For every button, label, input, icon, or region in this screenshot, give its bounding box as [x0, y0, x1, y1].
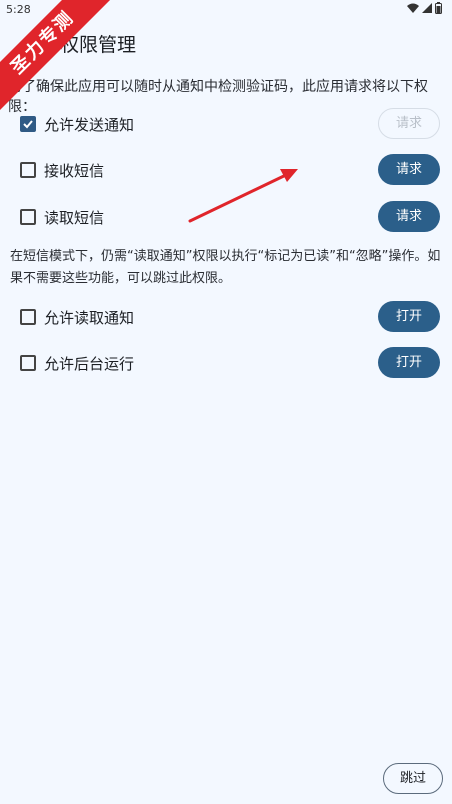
- permission-label: 允许后台运行: [44, 355, 135, 373]
- open-background-run-button[interactable]: 打开: [378, 347, 440, 378]
- permission-label: 接收短信: [44, 162, 105, 180]
- status-time: 5:28: [6, 3, 31, 16]
- request-send-notification-button[interactable]: 请求: [378, 108, 440, 139]
- signal-icon: [422, 3, 432, 13]
- permission-label: 允许读取通知: [44, 309, 135, 327]
- permission-row-send-notification: 允许发送通知 请求: [0, 104, 452, 144]
- check-icon: [23, 120, 33, 129]
- permission-row-receive-sms: 接收短信 请求: [0, 150, 452, 190]
- request-read-sms-button[interactable]: 请求: [378, 201, 440, 232]
- send-notification-checkbox[interactable]: [20, 116, 36, 132]
- request-receive-sms-button[interactable]: 请求: [378, 154, 440, 185]
- permission-row-read-sms: 读取短信 请求: [0, 197, 452, 237]
- wifi-icon: [407, 3, 419, 13]
- permission-row-background-run: 允许后台运行 打开: [0, 343, 452, 383]
- skip-button[interactable]: 跳过: [383, 763, 443, 794]
- background-run-checkbox[interactable]: [20, 355, 36, 371]
- permission-label: 读取短信: [44, 209, 105, 227]
- sms-mode-note: 在短信模式下，仍需“读取通知”权限以执行“标记为已读”和“忽略”操作。如果不需要…: [10, 249, 441, 286]
- permission-row-read-notification: 允许读取通知 打开: [0, 297, 452, 337]
- receive-sms-checkbox[interactable]: [20, 162, 36, 178]
- battery-icon: [435, 2, 442, 14]
- status-icons: [407, 2, 442, 14]
- read-sms-checkbox[interactable]: [20, 209, 36, 225]
- open-read-notification-button[interactable]: 打开: [378, 301, 440, 332]
- permission-label: 允许发送通知: [44, 116, 135, 134]
- read-notification-checkbox[interactable]: [20, 309, 36, 325]
